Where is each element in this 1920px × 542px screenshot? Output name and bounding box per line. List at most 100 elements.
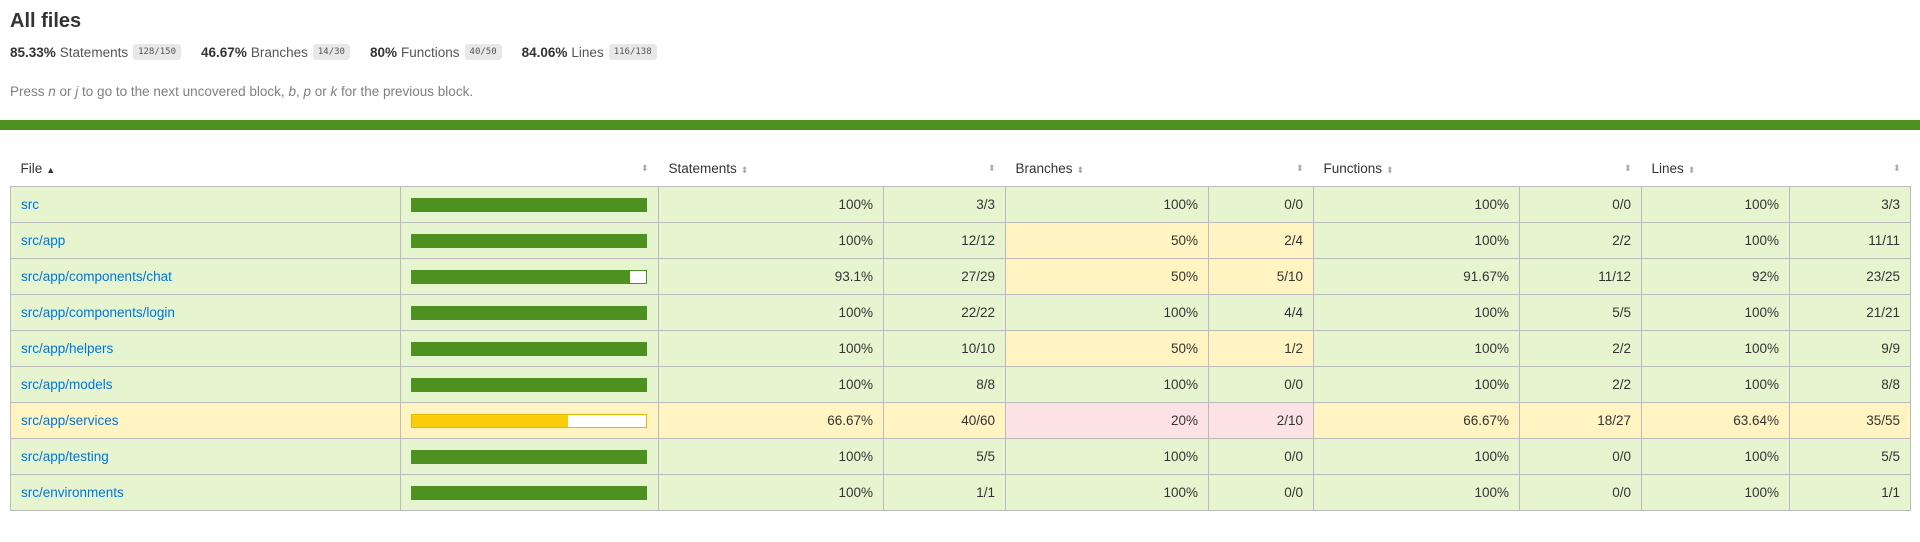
lines-count-cell: 11/11 [1789,222,1911,259]
sort-icon: ⬍ [1386,164,1394,175]
branches-count-cell: 0/0 [1208,474,1314,511]
table-row: src/app/models 100% 8/8 100% 0/0 100% 2/2 100% 8… [10,366,1911,403]
coverage-bar-cell [400,222,659,259]
lines-count-column-header[interactable]: ⬍ [1790,150,1911,187]
functions-pct-cell: 91.67% [1313,258,1520,295]
table-row: src/app 100% 12/12 50% 2/4 100% 2/2 100% 11/11 [10,222,1911,259]
table-row: src/environments 100% 1/1 100% 0/0 100% 0/0 100… [10,474,1911,511]
file-cell: src/app/services [10,402,401,439]
file-link[interactable]: src [21,197,39,212]
coverage-bar [411,341,647,356]
file-link[interactable]: src/app/components/login [21,305,175,320]
file-column-header[interactable]: File ▲ [11,150,401,187]
sort-icon: ⬍ [987,163,996,173]
branches-count-cell: 4/4 [1208,294,1314,331]
summary-fraction: 116/138 [608,44,657,60]
summary-label: Lines [571,44,604,60]
lines-pct-cell: 100% [1641,294,1790,331]
sort-icon: ⬍ [1687,164,1696,175]
summary-pct: 85.33% [10,44,56,60]
branches-pct-cell: 100% [1005,474,1209,511]
table-row: src/app/testing 100% 5/5 100% 0/0 100% 0/0 100%… [10,438,1911,475]
functions-pct-cell: 66.67% [1313,402,1520,439]
coverage-bar-fill [412,234,646,247]
sort-icon: ⬍ [1892,163,1901,173]
coverage-bar [411,269,647,284]
functions-count-column-header[interactable]: ⬍ [1520,150,1642,187]
branches-count-cell: 1/2 [1208,330,1314,367]
functions-count-cell: 11/12 [1519,258,1642,295]
sort-icon: ⬍ [740,164,749,175]
functions-pct-cell: 100% [1313,366,1520,403]
branches-count-cell: 0/0 [1208,186,1314,223]
branches-column-header[interactable]: Branches ⬍ [1006,150,1209,187]
statements-pct-cell: 93.1% [658,258,884,295]
statements-column-header[interactable]: Statements ⬍ [659,150,884,187]
coverage-bar-fill [412,306,646,319]
functions-count-cell: 18/27 [1519,402,1642,439]
summary-label: Functions [401,44,460,60]
statements-count-cell: 5/5 [883,438,1006,475]
file-link[interactable]: src/app [21,233,65,248]
functions-count-cell: 2/2 [1519,222,1642,259]
file-cell: src/app/models [10,366,401,403]
statements-pct-cell: 100% [658,186,884,223]
statements-count-cell: 8/8 [883,366,1006,403]
coverage-table: File ▲ ⬍ Statements ⬍ ⬍ Branches ⬍ ⬍ Functi… [10,150,1911,511]
file-cell: src/app [10,222,401,259]
statements-count-cell: 40/60 [883,402,1006,439]
statements-count-cell: 1/1 [883,474,1006,511]
statements-pct-cell: 100% [658,222,884,259]
statements-count-cell: 12/12 [883,222,1006,259]
file-link[interactable]: src/environments [21,485,124,500]
statements-pct-cell: 66.67% [658,402,884,439]
table-row: src/app/components/chat 93.1% 27/29 50% 5/10… [10,258,1911,295]
branches-pct-cell: 50% [1005,258,1209,295]
functions-count-cell: 2/2 [1519,330,1642,367]
coverage-bar-fill [412,198,646,211]
lines-pct-cell: 100% [1641,222,1790,259]
summary-lines: 84.06% Lines 116/138 [522,44,657,60]
coverage-bar [411,449,647,464]
coverage-bar-fill [412,378,646,391]
branches-pct-cell: 100% [1005,294,1209,331]
branches-count-cell: 0/0 [1208,438,1314,475]
table-header-row: File ▲ ⬍ Statements ⬍ ⬍ Branches ⬍ ⬍ Functi… [11,150,1911,187]
file-link[interactable]: src/app/services [21,413,119,428]
page-title: All files [10,10,82,32]
lines-column-header[interactable]: Lines ⬍ [1642,150,1790,187]
summary-pct: 80% [369,44,397,60]
file-link[interactable]: src/app/testing [21,449,109,464]
file-cell: src/app/testing [10,438,401,475]
branches-count-cell: 2/10 [1208,402,1314,439]
sort-icon: ⬍ [640,163,649,173]
lines-pct-cell: 100% [1641,438,1790,475]
file-link[interactable]: src/app/components/chat [21,269,172,284]
lines-count-cell: 21/21 [1789,294,1911,331]
coverage-bar [411,197,647,212]
coverage-bar-cell [400,474,659,511]
statements-count-cell: 3/3 [883,186,1006,223]
coverage-bar [411,485,647,500]
file-cell: src/app/components/chat [10,258,401,295]
lines-count-cell: 23/25 [1789,258,1911,295]
file-link[interactable]: src/app/helpers [21,341,113,356]
functions-pct-cell: 100% [1313,330,1520,367]
coverage-bar-column-header[interactable]: ⬍ [401,150,659,187]
lines-pct-cell: 100% [1641,366,1790,403]
file-link[interactable]: src/app/models [21,377,113,392]
branches-count-column-header[interactable]: ⬍ [1209,150,1314,187]
coverage-bar-fill [412,342,646,355]
branches-count-cell: 2/4 [1208,222,1314,259]
branches-pct-cell: 50% [1005,330,1209,367]
statements-count-column-header[interactable]: ⬍ [884,150,1006,187]
coverage-bar-cell [400,402,659,439]
branches-pct-cell: 100% [1005,438,1209,475]
coverage-bar-cell [400,258,659,295]
functions-column-header[interactable]: Functions ⬍ [1314,150,1520,187]
lines-count-cell: 3/3 [1789,186,1911,223]
coverage-status-bar [0,120,1920,130]
statements-pct-cell: 100% [658,474,884,511]
lines-count-cell: 9/9 [1789,330,1911,367]
table-row: src/app/helpers 100% 10/10 50% 1/2 100% 2/2 100… [10,330,1911,367]
